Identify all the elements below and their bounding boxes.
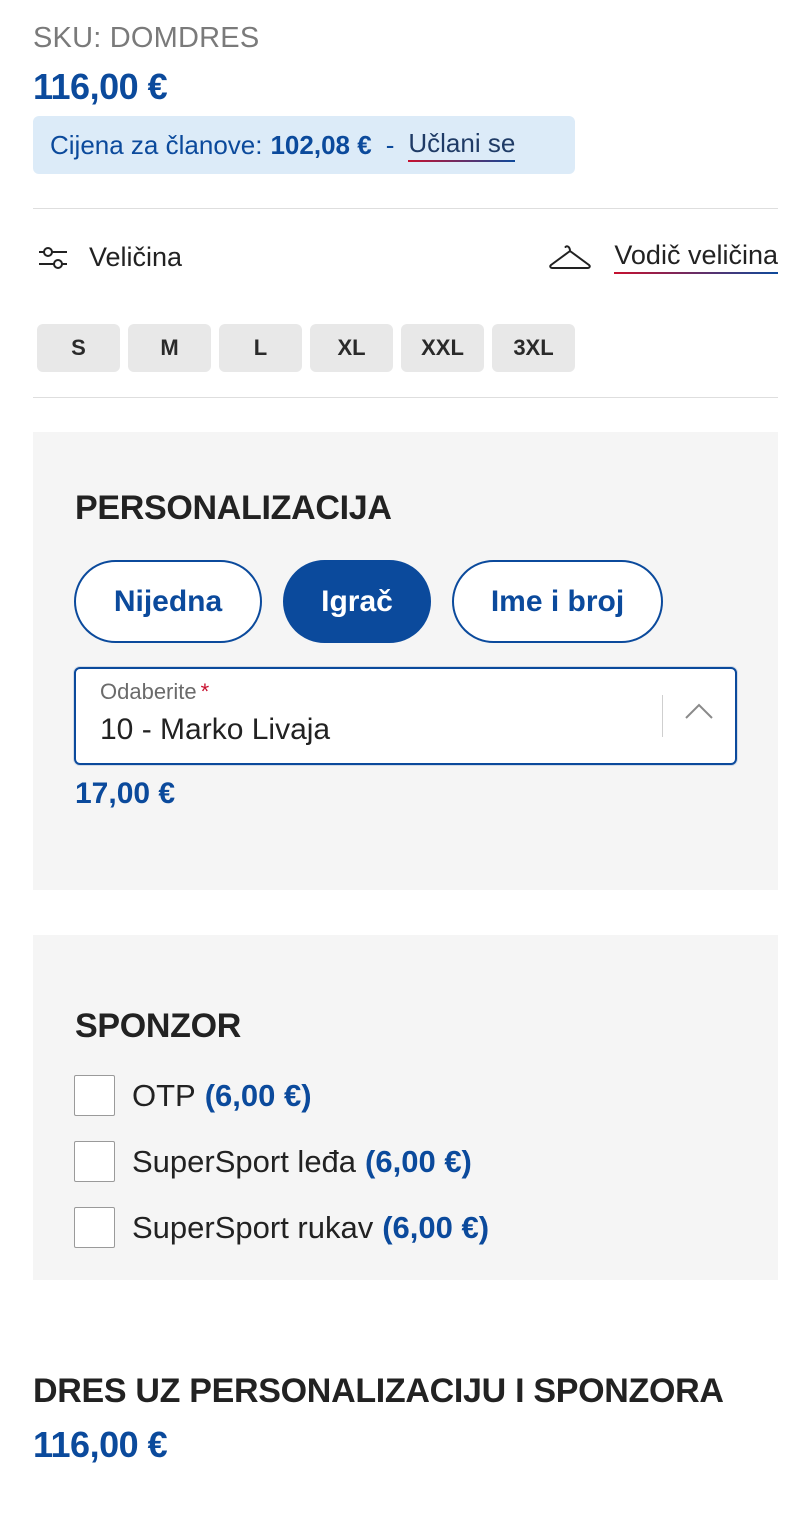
player-select-label-text: Odaberite (100, 679, 197, 704)
option-ime-i-broj-button[interactable]: Ime i broj (452, 560, 663, 643)
player-select-value: 10 - Marko Livaja (100, 713, 331, 746)
member-price-label: Cijena za članove: (50, 129, 263, 160)
sliders-icon (39, 246, 67, 269)
sponsor-price: (6,00 €) (382, 1209, 490, 1245)
sponsor-panel: SPONZOR OTP (6,00 €) SuperSport leđa (6,… (33, 935, 778, 1280)
size-guide-text[interactable]: Vodič veličina (614, 240, 778, 274)
size-option-3xl[interactable]: 3XL (492, 324, 575, 372)
size-option-xxl[interactable]: XXL (401, 324, 484, 372)
sponsor-option[interactable]: OTP (6,00 €) (74, 1075, 312, 1116)
sponsor-checkbox-supersport-leda[interactable] (74, 1141, 115, 1182)
personalization-options: Nijedna Igrač Ime i broj (74, 560, 663, 643)
sponsor-label: SuperSport rukav (132, 1209, 374, 1245)
sponsor-price: (6,00 €) (204, 1077, 312, 1113)
personalization-title: PERSONALIZACIJA (75, 489, 392, 527)
sponsor-option[interactable]: SuperSport rukav (6,00 €) (74, 1207, 489, 1248)
product-sku: SKU: DOMDRES (33, 22, 260, 54)
sponsor-checkbox-otp[interactable] (74, 1075, 115, 1116)
personalization-price: 17,00 € (75, 777, 176, 810)
member-price-banner: Cijena za članove: 102,08 € - Učlani se (33, 116, 575, 174)
size-option-s[interactable]: S (37, 324, 120, 372)
sponsor-label: SuperSport leđa (132, 1143, 357, 1179)
option-nijedna-button[interactable]: Nijedna (74, 560, 262, 643)
option-igrac-button[interactable]: Igrač (283, 560, 431, 643)
join-membership-link[interactable]: Učlani se (408, 128, 516, 162)
divider (33, 208, 778, 209)
summary-price: 116,00 € (33, 1424, 168, 1465)
size-option-xl[interactable]: XL (310, 324, 393, 372)
sponsor-option[interactable]: SuperSport leđa (6,00 €) (74, 1141, 472, 1182)
size-options: S M L XL XXL 3XL (37, 324, 575, 372)
member-price-value: 102,08 € (270, 129, 372, 160)
size-header: Veličina Vodič veličina (33, 238, 778, 282)
hanger-icon (549, 245, 592, 269)
player-select[interactable]: Odaberite * 10 - Marko Livaja (74, 667, 737, 765)
sponsor-title: SPONZOR (75, 1007, 242, 1045)
chevron-up-icon[interactable] (683, 701, 715, 721)
sponsor-price: (6,00 €) (365, 1143, 472, 1179)
select-separator (662, 695, 663, 737)
member-separator: - (385, 129, 395, 160)
personalization-panel: PERSONALIZACIJA Nijedna Igrač Ime i broj… (33, 432, 778, 890)
sponsor-label: OTP (132, 1077, 196, 1113)
divider (33, 397, 778, 398)
product-price: 116,00 € (33, 66, 168, 107)
size-label: Veličina (33, 242, 182, 273)
size-label-text: Veličina (89, 242, 183, 272)
player-select-label: Odaberite * (100, 679, 209, 705)
required-mark: * (200, 679, 210, 704)
summary-title: DRES UZ PERSONALIZACIJU I SPONZORA (33, 1372, 724, 1410)
size-guide-link[interactable]: Vodič veličina (548, 240, 778, 274)
size-option-l[interactable]: L (219, 324, 302, 372)
sponsor-checkbox-supersport-rukav[interactable] (74, 1207, 115, 1248)
size-option-m[interactable]: M (128, 324, 211, 372)
